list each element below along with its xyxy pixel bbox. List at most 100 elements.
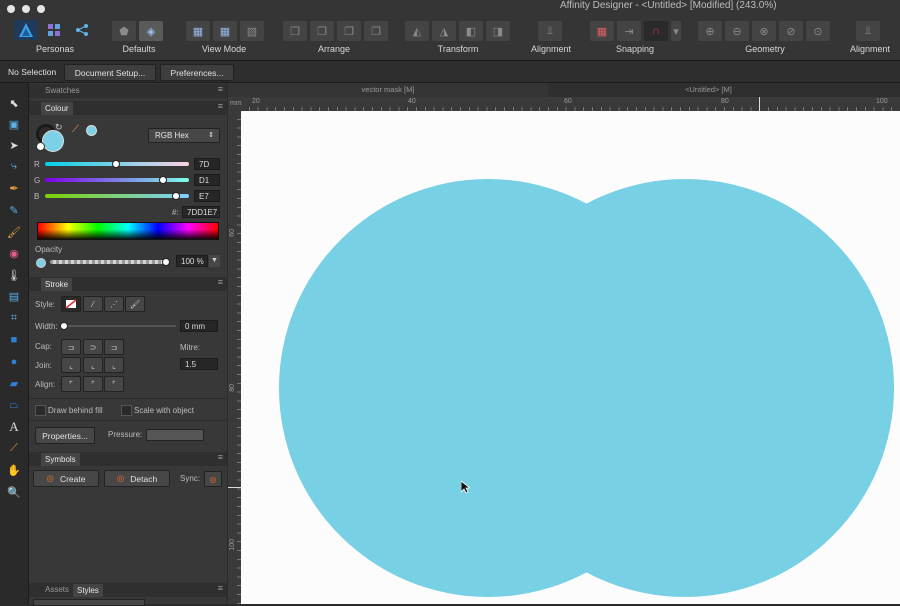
panel-menu-icon[interactable]: ≡ (218, 101, 223, 111)
move-tool-icon[interactable]: ⬉ (4, 94, 24, 112)
subtract-geometry-icon[interactable]: ⊖ (725, 21, 749, 41)
width-value-field[interactable]: 0 mm (180, 320, 218, 332)
round-cap-icon[interactable]: ⊃ (83, 339, 103, 355)
align-outside-icon[interactable]: ⌜ (104, 376, 124, 392)
divide-geometry-icon[interactable]: ⊙ (806, 21, 830, 41)
rounded-rectangle-tool-icon[interactable]: ▰ (4, 374, 24, 392)
pressure-graph[interactable] (146, 429, 204, 441)
no-fill-icon[interactable] (36, 142, 45, 151)
flip-horizontal-icon[interactable]: ◭ (405, 21, 429, 41)
document-setup-button[interactable]: Document Setup... (64, 64, 156, 81)
pencil-tool-icon[interactable]: ✎ (4, 201, 24, 219)
sync-toggle-icon[interactable]: ◎ (204, 471, 222, 487)
align-center-icon[interactable]: ⌜ (83, 376, 103, 392)
colour-model-select[interactable]: RGB Hex ⇕ (148, 128, 220, 143)
xor-geometry-icon[interactable]: ⊘ (779, 21, 803, 41)
colour-spectrum[interactable] (37, 222, 219, 240)
ellipse-tool-icon[interactable]: ● (4, 353, 24, 371)
opacity-slider[interactable] (50, 260, 166, 264)
canvas[interactable] (241, 111, 900, 604)
add-geometry-icon[interactable]: ⊕ (698, 21, 722, 41)
color-picker-tool-icon[interactable]: ⟋ (4, 439, 24, 457)
symbols-tab[interactable]: Symbols (41, 453, 80, 466)
pixel-view-icon[interactable]: ▦ (213, 21, 237, 41)
move-to-front-icon[interactable]: ❐ (364, 21, 388, 41)
vector-view-icon[interactable]: ▦ (186, 21, 210, 41)
opacity-value-field[interactable]: 100 % (176, 255, 208, 267)
mitre-join-icon[interactable]: ⌞ (61, 357, 81, 373)
move-forward-icon[interactable]: ❐ (337, 21, 361, 41)
grid-snap-icon[interactable]: ▦ (590, 21, 614, 41)
panel-menu-icon[interactable]: ≡ (218, 583, 223, 593)
rotate-left-icon[interactable]: ◧ (459, 21, 483, 41)
bevel-join-icon[interactable]: ⌞ (104, 357, 124, 373)
butt-cap-icon[interactable]: ⊐ (61, 339, 81, 355)
snapping-dropdown-icon[interactable]: ▾ (671, 21, 681, 41)
round-join-icon[interactable]: ⌞ (83, 357, 103, 373)
red-value-field[interactable]: 7D (194, 158, 220, 170)
preferences-button[interactable]: Preferences... (160, 64, 234, 81)
corner-tool-icon[interactable]: ⤷ (4, 157, 24, 175)
transparency-tool-icon[interactable]: 🌡 (4, 266, 24, 284)
width-slider-knob[interactable] (60, 322, 68, 330)
colour-tab[interactable]: Colour (41, 102, 73, 115)
sync-defaults-icon[interactable]: ⬟ (112, 21, 136, 41)
styles-tab[interactable]: Styles (73, 584, 103, 597)
solid-line-icon[interactable]: ⁄ (83, 296, 103, 312)
zoom-window-button[interactable] (37, 5, 45, 13)
minimize-window-button[interactable] (22, 5, 30, 13)
fill-tool-icon[interactable]: ◉ (4, 244, 24, 262)
close-window-button[interactable] (7, 5, 15, 13)
revert-defaults-icon[interactable]: ◈ (139, 21, 163, 41)
detach-symbol-button[interactable]: ◎ Detach (104, 470, 170, 487)
align-icon[interactable]: ⫫ (538, 21, 562, 41)
opacity-dropdown-icon[interactable]: ▼ (209, 255, 220, 267)
brush-stroke-icon[interactable]: 🖌 (125, 296, 145, 312)
zoom-tool-icon[interactable]: 🔍 (4, 483, 24, 501)
text-tool-icon[interactable]: A (4, 418, 24, 436)
red-slider-knob[interactable] (111, 160, 120, 168)
crop-tool-icon[interactable]: ⌗ (4, 309, 24, 327)
place-image-tool-icon[interactable]: ▤ (4, 287, 24, 305)
opacity-slider-knob[interactable] (162, 258, 170, 266)
stroke-tab[interactable]: Stroke (41, 278, 73, 291)
dashed-line-icon[interactable]: ⋰ (104, 296, 124, 312)
designer-persona-icon[interactable] (14, 20, 38, 40)
panel-menu-icon[interactable]: ≡ (218, 84, 223, 94)
draw-behind-fill-checkbox[interactable] (35, 405, 46, 416)
assets-tab[interactable]: Assets (45, 585, 69, 594)
intersect-geometry-icon[interactable]: ⊗ (752, 21, 776, 41)
retina-view-icon[interactable]: ▧ (240, 21, 264, 41)
artboard-tool-icon[interactable]: ▣ (4, 115, 24, 133)
pixel-persona-icon[interactable] (42, 20, 66, 40)
node-tool-icon[interactable]: ➤ (4, 136, 24, 154)
styles-category-select[interactable] (33, 599, 145, 606)
view-tool-icon[interactable]: ✋ (4, 461, 24, 479)
panel-menu-icon[interactable]: ≡ (218, 452, 223, 462)
snapping-magnet-icon[interactable]: ∩ (644, 21, 668, 41)
snap-settings-icon[interactable]: ⇥ (617, 21, 641, 41)
blue-value-field[interactable]: E7 (194, 190, 220, 202)
move-to-back-icon[interactable]: ❐ (283, 21, 307, 41)
eyedropper-icon[interactable]: ⟋ (72, 124, 79, 135)
swap-colours-icon[interactable]: ↻ (55, 122, 63, 133)
right-circle[interactable] (476, 179, 894, 597)
green-slider[interactable] (45, 178, 189, 182)
move-back-icon[interactable]: ❐ (310, 21, 334, 41)
blue-slider-knob[interactable] (172, 192, 181, 200)
trapezoid-tool-icon[interactable]: ⏢ (4, 396, 24, 414)
panel-menu-icon[interactable]: ≡ (218, 277, 223, 287)
blue-slider[interactable] (45, 194, 189, 198)
pen-tool-icon[interactable]: ✒ (4, 179, 24, 197)
document-tab-untitled[interactable]: <Untitled> [M] (549, 83, 868, 97)
scale-with-object-checkbox[interactable] (121, 405, 132, 416)
rectangle-tool-icon[interactable]: ■ (4, 331, 24, 349)
hex-value-field[interactable]: 7DD1E7 (182, 206, 220, 218)
swatches-tab[interactable]: Swatches (45, 86, 80, 95)
vector-brush-tool-icon[interactable]: 🖌 (4, 223, 24, 241)
fill-colour-well[interactable] (42, 130, 64, 152)
properties-button[interactable]: Properties... (35, 427, 95, 444)
rotate-right-icon[interactable]: ◨ (486, 21, 510, 41)
flip-vertical-icon[interactable]: ◮ (432, 21, 456, 41)
width-slider[interactable] (62, 325, 176, 327)
